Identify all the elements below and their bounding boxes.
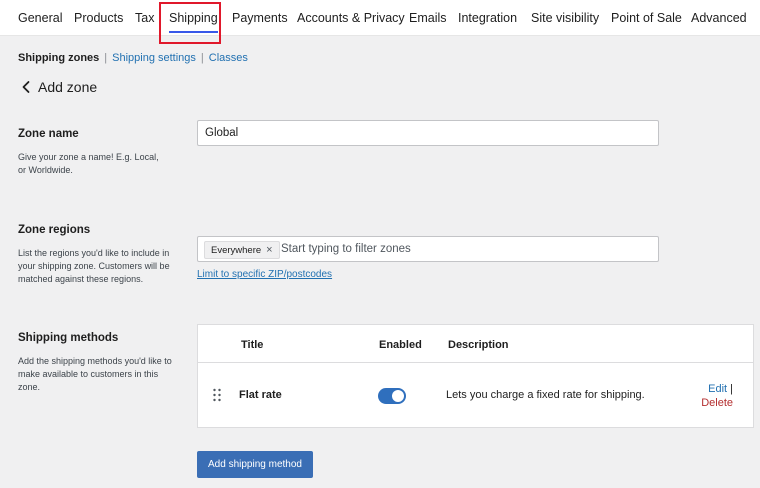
zone-name-input[interactable]: Global: [197, 120, 659, 146]
tab-point-of-sale[interactable]: Point of Sale: [611, 0, 682, 36]
method-description: Lets you charge a fixed rate for shippin…: [446, 389, 645, 401]
edit-method-link[interactable]: Edit: [708, 383, 727, 395]
tab-advanced[interactable]: Advanced: [691, 0, 747, 36]
tab-products[interactable]: Products: [74, 0, 123, 36]
highlight-annotation-box: [159, 2, 221, 44]
region-chip-everywhere: Everywhere ×: [204, 241, 280, 259]
zone-regions-placeholder: Start typing to filter zones: [281, 243, 411, 255]
region-chip-label: Everywhere: [211, 245, 262, 256]
close-icon[interactable]: ×: [266, 244, 272, 256]
limit-postcodes-link[interactable]: Limit to specific ZIP/postcodes: [197, 269, 332, 280]
subnav-separator: |: [104, 52, 108, 64]
settings-tab-bar: General Products Tax Shipping Payments A…: [0, 0, 760, 36]
table-header-divider: [198, 362, 753, 363]
tab-emails[interactable]: Emails: [409, 0, 447, 36]
add-shipping-method-button[interactable]: Add shipping method: [197, 451, 313, 478]
shipping-methods-description: Add the shipping methods you'd like to m…: [18, 356, 172, 392]
shipping-methods-label: Shipping methods: [18, 332, 119, 344]
tab-payments[interactable]: Payments: [232, 0, 288, 36]
subnav-separator: |: [200, 52, 204, 64]
column-header-description: Description: [448, 339, 509, 351]
column-header-enabled: Enabled: [379, 339, 422, 351]
subnav-shipping-settings[interactable]: Shipping settings: [112, 52, 196, 64]
method-actions: Edit | Delete: [693, 382, 733, 410]
actions-separator: |: [730, 383, 733, 395]
column-header-title: Title: [241, 339, 264, 351]
method-title: Flat rate: [239, 389, 282, 401]
drag-handle-icon[interactable]: [212, 388, 222, 402]
toggle-knob: [392, 390, 404, 402]
subnav-shipping-zones[interactable]: Shipping zones: [18, 52, 99, 64]
zone-regions-label: Zone regions: [18, 224, 91, 236]
tab-integration[interactable]: Integration: [458, 0, 517, 36]
delete-method-link[interactable]: Delete: [701, 397, 733, 409]
method-enabled-toggle[interactable]: [378, 388, 406, 404]
shipping-subnav: Shipping zones | Shipping settings | Classes: [18, 52, 248, 64]
tab-tax[interactable]: Tax: [135, 0, 154, 36]
tab-site-visibility[interactable]: Site visibility: [531, 0, 599, 36]
shipping-methods-table: Title Enabled Description Flat rate Lets…: [197, 324, 754, 428]
zone-name-description: Give your zone a name! E.g. Local, or Wo…: [18, 152, 159, 175]
zone-name-label: Zone name: [18, 128, 79, 140]
chevron-left-icon[interactable]: [20, 79, 32, 95]
tab-accounts-privacy[interactable]: Accounts & Privacy: [297, 0, 405, 36]
tab-general[interactable]: General: [18, 0, 62, 36]
zone-regions-description: List the regions you'd like to include i…: [18, 248, 170, 284]
page-title: Add zone: [38, 79, 98, 95]
subnav-classes[interactable]: Classes: [209, 52, 248, 64]
